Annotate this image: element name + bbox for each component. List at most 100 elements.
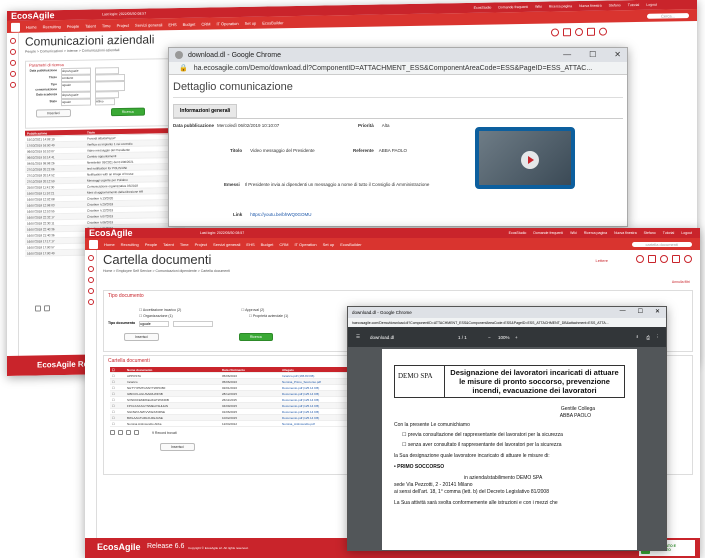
lettere-link[interactable]: Lettere (596, 258, 608, 263)
star-icon[interactable] (9, 70, 16, 77)
menu-item[interactable]: IT Operation (216, 20, 238, 25)
chart-icon[interactable] (9, 59, 16, 66)
menu-item[interactable]: Home (26, 24, 37, 29)
print-icon[interactable] (672, 255, 680, 263)
row-checkbox[interactable]: ☐ (110, 392, 125, 396)
address-bar[interactable]: haecosagile.com/Demo/download.dl?Compone… (348, 318, 666, 327)
home-icon[interactable] (89, 239, 98, 249)
tab-informazioni-generali[interactable]: Informazioni generali (173, 104, 238, 118)
top-link[interactable]: EcosStudio (509, 231, 527, 235)
row-checkbox[interactable]: ☐ (110, 374, 125, 378)
menu-item[interactable]: Set up (323, 242, 335, 247)
row-checkbox[interactable]: ☐ (110, 386, 125, 390)
insert-button-bottom[interactable]: Inserisci (160, 443, 195, 451)
top-link[interactable]: Logout (681, 231, 692, 235)
top-link[interactable]: Domande frequenti (533, 231, 563, 235)
row-checkbox[interactable]: ☐ (110, 410, 125, 414)
zoom-level[interactable]: 100% (498, 335, 510, 340)
table-row[interactable]: ☐ Nomina Antincendio Abba 12/04/2012 Nomina… (110, 421, 360, 427)
menu-item[interactable]: EcosBuilder (340, 242, 361, 247)
top-link[interactable]: Ricerca pagina (549, 4, 572, 8)
filter-operator[interactable]: uguale (61, 81, 91, 93)
home-icon[interactable] (87, 266, 94, 272)
pdf-icon[interactable] (35, 305, 41, 312)
menu-item[interactable]: Budget (183, 21, 196, 26)
settings-icon[interactable] (551, 28, 559, 37)
menu-icon[interactable]: ☰ (356, 334, 360, 340)
play-icon[interactable] (521, 151, 539, 169)
row-checkbox[interactable]: ☐ (110, 380, 125, 384)
close-icon[interactable]: ✕ (655, 308, 660, 315)
menu-item[interactable]: Budget (261, 242, 274, 247)
row-checkbox[interactable]: ☐ (110, 422, 125, 426)
star-icon[interactable] (575, 27, 583, 37)
top-link[interactable]: Nuova finestra (579, 4, 602, 8)
home-icon[interactable] (11, 22, 20, 32)
checkbox-organizzazione[interactable]: ☐ Organizzazione (1) (139, 313, 173, 319)
menu-item[interactable]: Recruiting (43, 24, 61, 29)
star-icon[interactable] (660, 255, 668, 263)
menu-item[interactable]: Servizi generali (135, 22, 162, 27)
search-input[interactable]: Cerca... (646, 12, 689, 19)
menu-item[interactable]: Set up (245, 20, 257, 25)
close-icon[interactable]: ✕ (614, 50, 621, 59)
download-icon[interactable]: ⭳ (636, 333, 638, 341)
search-button[interactable]: Ricerca (238, 333, 273, 341)
top-link[interactable]: Wiki (570, 231, 577, 235)
print-icon[interactable]: ⎙ (646, 335, 650, 340)
insert-button[interactable]: Inserisci (124, 333, 159, 341)
refresh-icon[interactable] (134, 430, 139, 435)
col-header[interactable]: Data riferimento (220, 368, 280, 372)
settings-icon[interactable] (636, 255, 644, 263)
pdf-icon[interactable] (110, 430, 115, 435)
menu-item[interactable]: CRM (279, 242, 288, 247)
more-icon[interactable]: ⋮ (656, 334, 661, 340)
filter-operator[interactable]: uguale (139, 321, 170, 327)
search-input[interactable]: cartella documenti (631, 241, 692, 247)
type-select[interactable] (95, 80, 125, 92)
top-link[interactable]: EcosStudio (474, 6, 492, 10)
menu-item[interactable]: Project (195, 242, 207, 247)
menu-item[interactable]: Home (104, 242, 115, 247)
row-checkbox[interactable]: ☐ (110, 398, 125, 402)
checkbox-proprieta[interactable]: ☐ Proprietà aziendale (1) (249, 313, 289, 319)
user-icon[interactable] (9, 37, 16, 44)
excel-icon[interactable] (44, 305, 50, 312)
row-checkbox[interactable]: ☐ (110, 416, 125, 420)
maximize-icon[interactable]: ☐ (638, 308, 643, 315)
menu-item[interactable]: People (67, 23, 79, 28)
print-icon[interactable] (587, 27, 595, 36)
bell-icon[interactable] (87, 299, 94, 305)
star-icon[interactable] (87, 288, 94, 294)
export-icon[interactable] (563, 28, 571, 37)
menu-item[interactable]: EHS (246, 242, 254, 247)
top-link[interactable]: Stefano (644, 231, 656, 235)
filter-operator[interactable]: uguale (61, 98, 91, 107)
menu-item[interactable]: Servizi generali (213, 242, 240, 247)
annulla-filtri-button[interactable]: Annulla filtri (672, 280, 690, 284)
menu-item[interactable]: CRM (201, 21, 210, 26)
status-select[interactable]: Attivo (95, 98, 115, 106)
top-link[interactable]: Tutorial (628, 3, 640, 7)
menu-item[interactable]: Talent (85, 23, 96, 28)
menu-item[interactable]: IT Operation (294, 242, 316, 247)
menu-item[interactable]: EcosBuilder (262, 20, 283, 25)
help-icon[interactable] (684, 255, 692, 263)
search-button[interactable]: Ricerca (110, 107, 145, 117)
top-link[interactable]: Wiki (535, 5, 542, 9)
address-bar[interactable]: 🔒 ha.ecosagile.com/Demo/download.dl?Comp… (169, 62, 627, 75)
top-link[interactable]: Stefano (609, 3, 621, 7)
zoom-in-icon[interactable]: + (515, 335, 518, 340)
minimize-icon[interactable]: — (563, 50, 571, 59)
home-icon[interactable] (9, 48, 16, 55)
row-checkbox[interactable]: ☐ (110, 404, 125, 408)
page-counter[interactable]: 1 / 1 (458, 335, 467, 340)
menu-item[interactable]: People (145, 242, 157, 247)
chart-icon[interactable] (87, 277, 94, 283)
top-link[interactable]: Tutorial (663, 231, 675, 235)
excel-icon[interactable] (118, 430, 123, 435)
select-all-checkbox[interactable]: ☐ (110, 368, 125, 372)
menu-item[interactable]: Talent (163, 242, 174, 247)
top-link[interactable]: Ricerca pagina (584, 231, 607, 235)
menu-item[interactable]: Project (117, 22, 129, 27)
